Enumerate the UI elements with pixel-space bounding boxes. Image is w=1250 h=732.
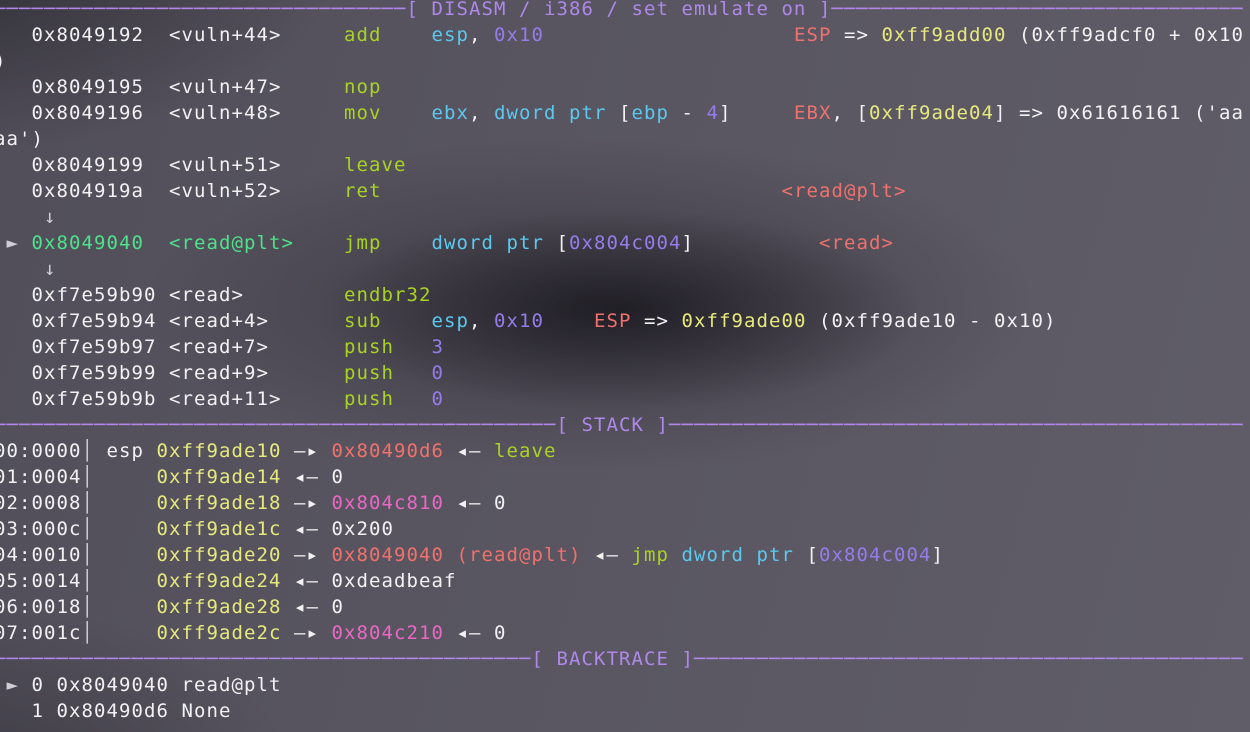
pointer-arrow-icon: ◂ bbox=[294, 464, 307, 490]
pointer-arrow-icon: ◂ bbox=[294, 568, 307, 594]
stack-row-05: 05:0014│ 0xff9ade24 ◂— 0xdeadbeaf bbox=[0, 568, 1244, 594]
current-line-marker-icon: ► bbox=[7, 230, 20, 256]
disasm-flow-arrow-1: ↓ bbox=[0, 204, 1244, 230]
disasm-line-read11: 0xf7e59b9b <read+11> push 0 bbox=[0, 386, 1244, 412]
stack-section-header: ────────────────────────────────────────… bbox=[0, 412, 1244, 438]
pointer-arrow-icon: ◂ bbox=[457, 620, 470, 646]
pointer-arrow-icon: ◂ bbox=[594, 542, 607, 568]
disasm-line-vuln51: 0x8049199 <vuln+51> leave bbox=[0, 152, 1244, 178]
disasm-section-header: ─────────────────────────────────[ DISAS… bbox=[0, 0, 1244, 22]
stack-row-01: 01:0004│ 0xff9ade14 ◂— 0 bbox=[0, 464, 1244, 490]
disasm-line-vuln47: 0x8049195 <vuln+47> nop bbox=[0, 74, 1244, 100]
disasm-line-vuln52: 0x804919a <vuln+52> ret <read@plt> bbox=[0, 178, 1244, 204]
stack-row-06: 06:0018│ 0xff9ade28 ◂— 0 bbox=[0, 594, 1244, 620]
pointer-arrow-icon: ◂ bbox=[457, 438, 470, 464]
disasm-line-read9: 0xf7e59b99 <read+9> push 0 bbox=[0, 360, 1244, 386]
disasm-line-read: 0xf7e59b90 <read> endbr32 bbox=[0, 282, 1244, 308]
disasm-line-vuln44: 0x8049192 <vuln+44> add esp, 0x10 ESP =>… bbox=[0, 22, 1244, 48]
stack-row-02: 02:0008│ 0xff9ade18 —▸ 0x804c810 ◂— 0 bbox=[0, 490, 1244, 516]
pointer-arrow-icon: ◂ bbox=[457, 490, 470, 516]
current-line-marker-icon: ► bbox=[7, 672, 20, 698]
pointer-arrow-icon: ▸ bbox=[307, 542, 320, 568]
terminal[interactable]: ─────────────────────────────────[ DISAS… bbox=[0, 0, 1244, 724]
backtrace-section-header: ────────────────────────────────────────… bbox=[0, 646, 1244, 672]
disasm-line-current-readplt: ► 0x8049040 <read@plt> jmp dword ptr [0x… bbox=[0, 230, 1244, 256]
stack-row-03: 03:000c│ 0xff9ade1c ◂— 0x200 bbox=[0, 516, 1244, 542]
disasm-flow-arrow-2: ↓ bbox=[0, 256, 1244, 282]
pointer-arrow-icon: ▸ bbox=[307, 620, 320, 646]
pointer-arrow-icon: ◂ bbox=[294, 594, 307, 620]
stack-row-07: 07:001c│ 0xff9ade2c —▸ 0x804c210 ◂— 0 bbox=[0, 620, 1244, 646]
disasm-line-wrap-2: aa') bbox=[0, 126, 1244, 152]
backtrace-frame-1: 1 0x80490d6 None bbox=[0, 698, 1244, 724]
disasm-line-wrap-1: ) bbox=[0, 48, 1244, 74]
disasm-line-read7: 0xf7e59b97 <read+7> push 3 bbox=[0, 334, 1244, 360]
stack-row-04: 04:0010│ 0xff9ade20 —▸ 0x8049040 (read@p… bbox=[0, 542, 1244, 568]
disasm-line-vuln48: 0x8049196 <vuln+48> mov ebx, dword ptr [… bbox=[0, 100, 1244, 126]
stack-row-00: 00:0000│ esp 0xff9ade10 —▸ 0x80490d6 ◂— … bbox=[0, 438, 1244, 464]
pointer-arrow-icon: ▸ bbox=[307, 490, 320, 516]
pointer-arrow-icon: ▸ bbox=[307, 438, 320, 464]
backtrace-frame-0: ► 0 0x8049040 read@plt bbox=[0, 672, 1244, 698]
disasm-line-read4: 0xf7e59b94 <read+4> sub esp, 0x10 ESP =>… bbox=[0, 308, 1244, 334]
pointer-arrow-icon: ◂ bbox=[294, 516, 307, 542]
